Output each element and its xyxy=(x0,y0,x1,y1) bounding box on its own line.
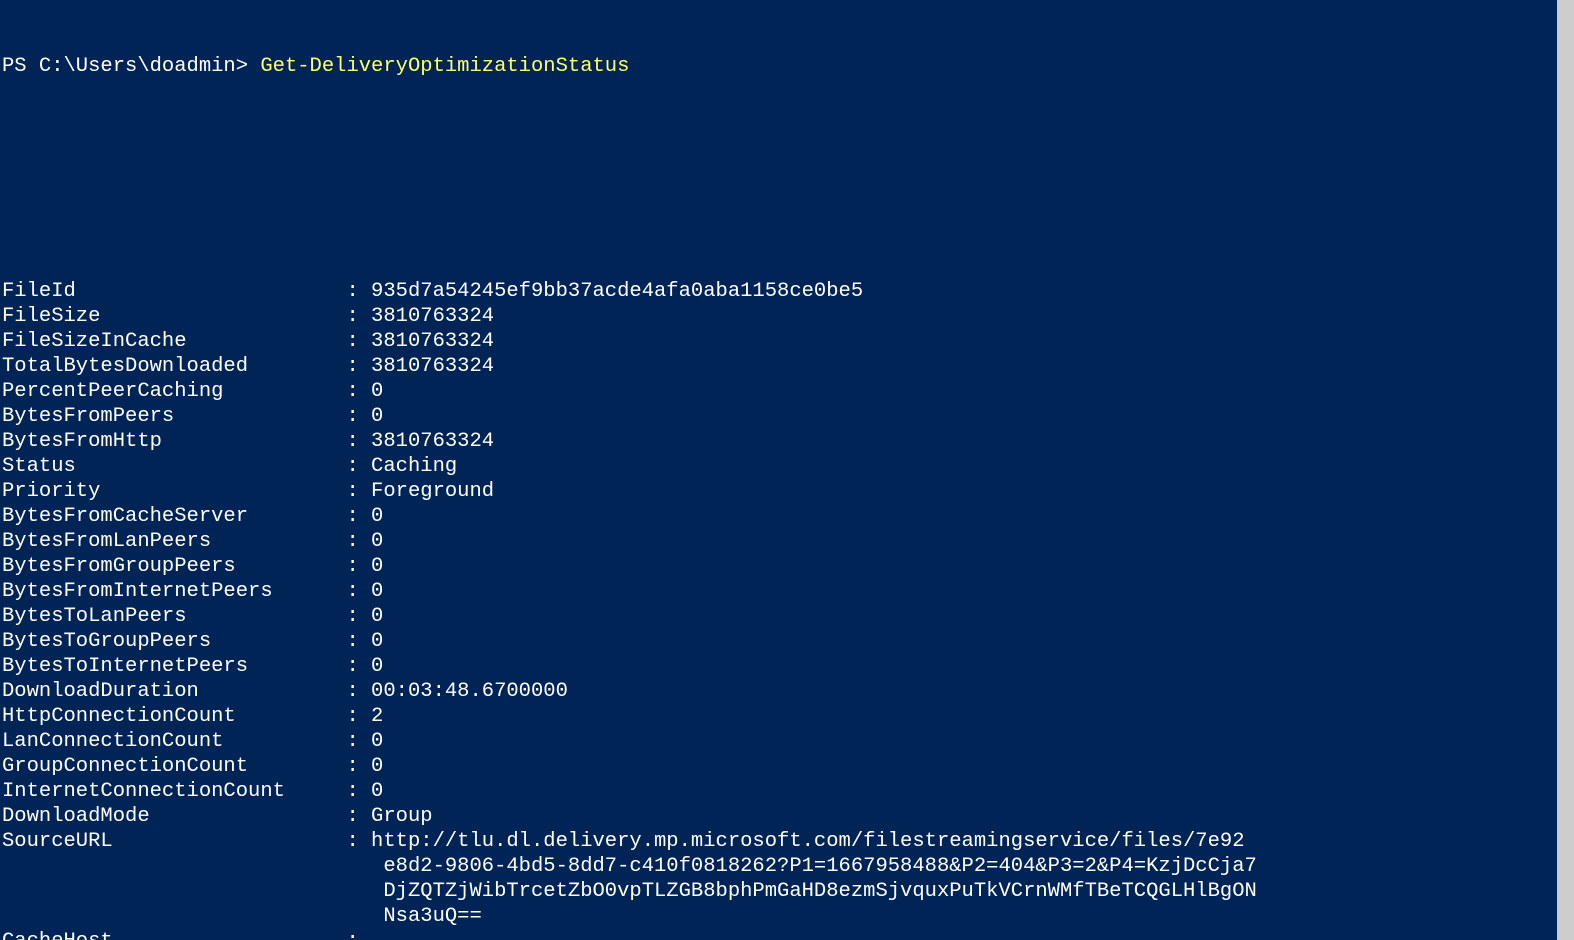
powershell-terminal[interactable]: PS C:\Users\doadmin> Get-DeliveryOptimiz… xyxy=(0,0,1574,940)
output-line: BytesFromPeers : 0 xyxy=(2,404,1574,429)
output-line: BytesToLanPeers : 0 xyxy=(2,604,1574,629)
output-line: BytesToGroupPeers : 0 xyxy=(2,629,1574,654)
prompt-line: PS C:\Users\doadmin> Get-DeliveryOptimiz… xyxy=(2,54,1574,79)
output-line: BytesFromInternetPeers : 0 xyxy=(2,579,1574,604)
output-line: BytesFromLanPeers : 0 xyxy=(2,529,1574,554)
output-line: Status : Caching xyxy=(2,454,1574,479)
output-line: BytesToInternetPeers : 0 xyxy=(2,654,1574,679)
blank-line xyxy=(2,129,1574,154)
output-line: PercentPeerCaching : 0 xyxy=(2,379,1574,404)
prompt-prefix: PS C:\Users\doadmin> xyxy=(2,55,260,78)
output-line: BytesFromCacheServer : 0 xyxy=(2,504,1574,529)
output-line: Priority : Foreground xyxy=(2,479,1574,504)
output-line: BytesFromHttp : 3810763324 xyxy=(2,429,1574,454)
output-line: LanConnectionCount : 0 xyxy=(2,729,1574,754)
output-line: DownloadDuration : 00:03:48.6700000 xyxy=(2,679,1574,704)
output-line: SourceURL : http://tlu.dl.delivery.mp.mi… xyxy=(2,829,1574,854)
blank-line xyxy=(2,204,1574,229)
output-line: BytesFromGroupPeers : 0 xyxy=(2,554,1574,579)
output-line: FileSize : 3810763324 xyxy=(2,304,1574,329)
scrollbar-vertical[interactable] xyxy=(1557,0,1574,940)
scrollbar-thumb[interactable] xyxy=(1557,0,1574,940)
output-line: InternetConnectionCount : 0 xyxy=(2,779,1574,804)
output-line: DjZQTZjWibTrcetZbO0vpTLZGB8bphPmGaHD8ezm… xyxy=(2,879,1574,904)
output-line: GroupConnectionCount : 0 xyxy=(2,754,1574,779)
output-line: CacheHost : xyxy=(2,929,1574,940)
output-line: e8d2-9806-4bd5-8dd7-c410f0818262?P1=1667… xyxy=(2,854,1574,879)
output-line: FileId : 935d7a54245ef9bb37acde4afa0aba1… xyxy=(2,279,1574,304)
output-line: HttpConnectionCount : 2 xyxy=(2,704,1574,729)
prompt-command: Get-DeliveryOptimizationStatus xyxy=(260,55,629,78)
output-line: TotalBytesDownloaded : 3810763324 xyxy=(2,354,1574,379)
output-line: Nsa3uQ== xyxy=(2,904,1574,929)
output-line: FileSizeInCache : 3810763324 xyxy=(2,329,1574,354)
command-output: FileId : 935d7a54245ef9bb37acde4afa0aba1… xyxy=(2,279,1574,940)
output-line: DownloadMode : Group xyxy=(2,804,1574,829)
